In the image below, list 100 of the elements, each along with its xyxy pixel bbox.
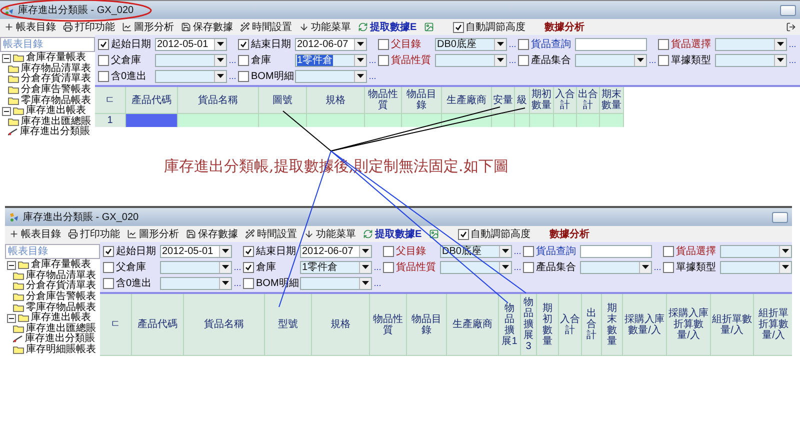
tree-item[interactable]: 庫存進出帳表: [5, 312, 100, 324]
table-cell[interactable]: [178, 114, 259, 127]
table-cell[interactable]: [126, 114, 178, 127]
column-header[interactable]: 型號: [265, 294, 312, 356]
checkbox[interactable]: [452, 22, 464, 32]
column-header[interactable]: 期末數量: [602, 294, 623, 356]
dropdown[interactable]: [440, 260, 512, 274]
caret-icon[interactable]: [777, 58, 784, 62]
column-header[interactable]: 級: [515, 87, 530, 114]
more-button[interactable]: ...: [232, 278, 243, 288]
checkbox[interactable]: [663, 246, 674, 256]
table-cell[interactable]: [307, 114, 365, 127]
column-header[interactable]: 物品擴展3: [521, 294, 537, 356]
more-button[interactable]: ...: [232, 262, 243, 272]
toolbar-button[interactable]: 功能菜單: [299, 20, 351, 34]
table-cell[interactable]: [600, 114, 624, 127]
table-cell[interactable]: [492, 114, 515, 127]
column-header[interactable]: 入合計: [554, 87, 577, 114]
caret-icon[interactable]: [222, 265, 229, 269]
toolbar-button[interactable]: 打印功能: [63, 20, 115, 34]
exit-icon[interactable]: [786, 22, 796, 32]
table-cell[interactable]: [365, 114, 402, 127]
checkbox[interactable]: [658, 54, 669, 66]
toolbar-button[interactable]: 帳表目錄: [4, 20, 56, 34]
checkbox[interactable]: [383, 246, 394, 256]
more-button[interactable]: ...: [787, 39, 798, 49]
checkbox[interactable]: [658, 38, 669, 50]
dropdown[interactable]: 1零件倉: [300, 260, 372, 274]
toolbar-button[interactable]: 時間設置: [240, 20, 292, 34]
column-header[interactable]: ㄷ: [100, 294, 132, 356]
column-header[interactable]: 生產廠商: [447, 294, 499, 356]
image-icon[interactable]: [424, 22, 434, 32]
caret-icon[interactable]: [362, 265, 369, 269]
caret-icon[interactable]: [502, 265, 509, 269]
date-picker[interactable]: 2012-05-01: [155, 38, 227, 50]
checkbox[interactable]: [383, 262, 394, 272]
column-header[interactable]: 組折單數量/入: [711, 294, 754, 356]
column-header[interactable]: 產品代碼: [132, 294, 184, 356]
checkbox[interactable]: [238, 54, 249, 66]
checkbox[interactable]: [103, 262, 114, 272]
column-header[interactable]: 物品性質: [365, 87, 402, 114]
toolbar-button[interactable]: 帳表目錄: [9, 227, 61, 241]
caret-icon[interactable]: [362, 281, 369, 285]
more-button[interactable]: ...: [372, 278, 383, 288]
toolbar-button[interactable]: 提取數據E: [363, 227, 422, 241]
table-cell[interactable]: [577, 114, 600, 127]
checkbox[interactable]: [98, 38, 109, 50]
caret-icon[interactable]: [502, 249, 509, 253]
tree-item[interactable]: 分倉存貨清單表: [5, 281, 100, 292]
toolbar-button[interactable]: 保存數據: [181, 20, 233, 34]
minimize-button[interactable]: [780, 4, 796, 16]
caret-icon[interactable]: [357, 74, 364, 78]
column-header[interactable]: 入合計: [559, 294, 582, 356]
more-button[interactable]: ...: [507, 55, 518, 65]
checkbox[interactable]: [663, 262, 674, 272]
tree-item[interactable]: 庫存進出分類賬: [0, 127, 95, 138]
checkbox[interactable]: [458, 228, 469, 240]
table-cell[interactable]: [554, 114, 577, 127]
column-header[interactable]: ㄷ: [95, 87, 126, 114]
checkbox[interactable]: [243, 262, 254, 272]
column-header[interactable]: 貨品名稱: [184, 294, 265, 356]
more-button[interactable]: ...: [787, 55, 798, 65]
toolbar-button[interactable]: 功能菜單: [304, 227, 356, 241]
checkbox[interactable]: [523, 246, 534, 256]
column-header[interactable]: 貨品名稱: [178, 87, 259, 114]
caret-icon[interactable]: [357, 58, 364, 62]
checkbox[interactable]: [378, 54, 389, 66]
caret-icon[interactable]: [782, 265, 789, 269]
caret-icon[interactable]: [782, 249, 789, 253]
collapse-icon[interactable]: [7, 260, 16, 270]
column-header[interactable]: 出合計: [577, 87, 600, 114]
toolbar-button[interactable]: 打印功能: [68, 227, 120, 241]
caret-icon[interactable]: [497, 42, 504, 46]
tree-item[interactable]: 零庫存物品帳表: [5, 302, 100, 313]
checkbox[interactable]: [243, 246, 254, 256]
more-button[interactable]: ...: [367, 71, 378, 81]
column-header[interactable]: 採購入庫折算數量/入: [667, 294, 711, 356]
more-button[interactable]: ...: [507, 39, 518, 49]
caret-icon[interactable]: [777, 42, 784, 46]
tree-item[interactable]: 分倉庫告警帳表: [0, 84, 95, 96]
checkbox[interactable]: [523, 262, 534, 272]
checkbox[interactable]: [518, 38, 529, 50]
table-cell[interactable]: [530, 114, 554, 127]
more-button[interactable]: ...: [227, 55, 238, 65]
checkbox[interactable]: [98, 70, 109, 82]
caret-icon[interactable]: [362, 249, 369, 253]
collapse-icon[interactable]: [2, 106, 11, 116]
toolbar-button[interactable]: 保存數據: [186, 227, 238, 241]
more-button[interactable]: ...: [512, 246, 523, 256]
tree-item[interactable]: 零庫存物品帳表: [0, 95, 95, 106]
column-header[interactable]: 組折單折算數量/入: [754, 294, 792, 356]
caret-icon[interactable]: [357, 42, 364, 46]
tree-item[interactable]: 倉庫存量帳表: [0, 53, 95, 64]
column-header[interactable]: 物品擴展1: [499, 294, 521, 356]
caret-icon[interactable]: [222, 281, 229, 285]
table-cell[interactable]: [402, 114, 442, 127]
column-header[interactable]: 期初數量: [537, 294, 559, 356]
caret-icon[interactable]: [217, 42, 224, 46]
column-header[interactable]: 產品代碼: [126, 87, 178, 114]
column-header[interactable]: 出合計: [582, 294, 602, 356]
